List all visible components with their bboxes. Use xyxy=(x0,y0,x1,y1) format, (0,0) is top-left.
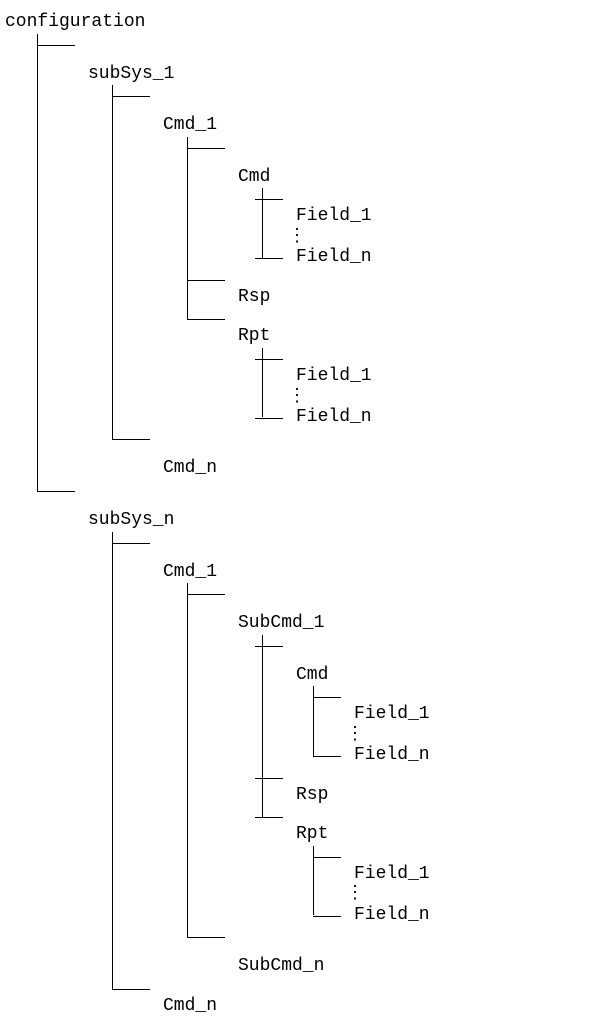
cmd-label: Cmd xyxy=(230,167,270,189)
rsp-label: Rsp xyxy=(230,287,270,309)
rpt-field-1-node: Field_1 ⋮ xyxy=(230,348,594,407)
subcmd-1-label: SubCmd_1 xyxy=(230,613,324,635)
sn-cmd-1-node: Cmd_1 SubCmd_1 xyxy=(80,532,594,978)
vdots-icon: ⋮ xyxy=(288,388,594,407)
sn-cmd-1-children: SubCmd_1 Cmd xyxy=(155,583,594,978)
rpt-field-n-label: Field_n xyxy=(288,407,372,429)
rpt-children: Field_1 ⋮ Field_n xyxy=(230,348,594,428)
sc-field-n-node: Field_n xyxy=(288,745,594,767)
sc-rpt-label: Rpt xyxy=(288,824,328,846)
subsys-n-node: subSys_n Cmd_1 SubCm xyxy=(5,480,594,1018)
sc-field-1-label: Field_1 xyxy=(346,704,430,726)
cmd-1-node: Cmd_1 Cmd xyxy=(80,85,594,428)
field-n-node: Field_n xyxy=(230,247,594,269)
sn-cmd-n-node: Cmd_n xyxy=(80,978,594,1018)
vdots-icon: ⋮ xyxy=(346,726,594,745)
cmd-children: Field_1 ⋮ Field_n xyxy=(230,188,594,268)
root-node: configuration subSys_1 Cmd_1 xyxy=(5,12,594,1017)
cmd-n-node: Cmd_n xyxy=(80,428,594,480)
sc-rpt-field-1-node: Field_1 ⋮ xyxy=(288,846,594,905)
root-children: subSys_1 Cmd_1 Cmd xyxy=(5,34,594,1018)
cmd-1-label: Cmd_1 xyxy=(155,115,217,137)
sc-field-1-node: Field_1 ⋮ xyxy=(288,686,594,745)
vdots-icon: ⋮ xyxy=(288,228,594,247)
rsp-node: Rsp xyxy=(155,269,594,309)
field-1-label: Field_1 xyxy=(288,206,372,228)
rpt-field-n-node: Field_n xyxy=(230,407,594,429)
field-n-label: Field_n xyxy=(288,247,372,269)
cmd-n-label: Cmd_n xyxy=(155,458,217,480)
sc-cmd-node: Cmd Field_1 ⋮ xyxy=(230,635,594,767)
sc-field-n-label: Field_n xyxy=(346,745,430,767)
subsys-1-children: Cmd_1 Cmd xyxy=(80,85,594,480)
cmd-1-children: Cmd Field_1 ⋮ Field_n xyxy=(155,137,594,429)
sc-cmd-label: Cmd xyxy=(288,665,328,687)
field-1-node: Field_1 ⋮ xyxy=(230,188,594,247)
sc-rsp-label: Rsp xyxy=(288,785,328,807)
vdots-icon: ⋮ xyxy=(346,885,594,904)
cmd-node: Cmd Field_1 ⋮ Field_n xyxy=(155,137,594,269)
sn-cmd-n-label: Cmd_n xyxy=(155,996,217,1018)
rpt-node: Rpt Field_1 ⋮ Field_n xyxy=(155,308,594,428)
root-label: configuration xyxy=(5,12,145,34)
subcmd-n-node: SubCmd_n xyxy=(155,926,594,978)
subsys-1-label: subSys_1 xyxy=(80,64,174,86)
sc-rsp-node: Rsp xyxy=(230,767,594,807)
sc-rpt-node: Rpt Field_1 ⋮ xyxy=(230,806,594,926)
subsys-1-node: subSys_1 Cmd_1 Cmd xyxy=(5,34,594,480)
subcmd-n-label: SubCmd_n xyxy=(230,956,324,978)
subsys-n-label: subSys_n xyxy=(80,510,174,532)
rpt-field-1-label: Field_1 xyxy=(288,366,372,388)
sc-cmd-children: Field_1 ⋮ Field_n xyxy=(288,686,594,766)
sn-cmd-1-label: Cmd_1 xyxy=(155,562,217,584)
subsys-n-children: Cmd_1 SubCmd_1 xyxy=(80,532,594,1018)
subcmd-1-children: Cmd Field_1 ⋮ xyxy=(230,635,594,927)
subcmd-1-node: SubCmd_1 Cmd xyxy=(155,583,594,926)
tree-root: configuration subSys_1 Cmd_1 xyxy=(5,10,594,1017)
sc-rpt-field-n-label: Field_n xyxy=(346,905,430,927)
sc-rpt-field-1-label: Field_1 xyxy=(346,864,430,886)
sc-rpt-field-n-node: Field_n xyxy=(288,905,594,927)
rpt-label: Rpt xyxy=(230,326,270,348)
sc-rpt-children: Field_1 ⋮ Field_n xyxy=(288,846,594,926)
